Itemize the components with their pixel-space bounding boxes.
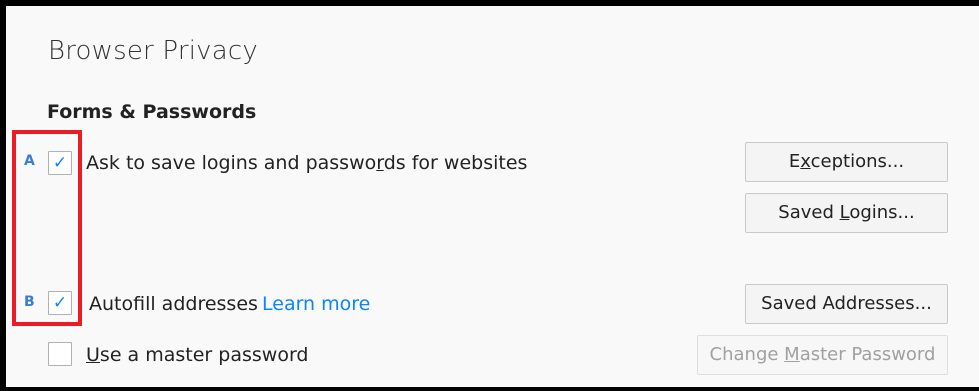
- saved-addresses-button[interactable]: Saved Addresses...: [745, 284, 948, 324]
- button-text: ceptions...: [810, 151, 905, 172]
- autofill-addresses-checkbox[interactable]: ✓: [48, 291, 72, 315]
- master-password-label[interactable]: Use a master password: [86, 344, 308, 366]
- button-text: ogins...: [849, 202, 915, 223]
- checkmark-icon: ✓: [52, 153, 68, 173]
- button-text: Change: [709, 344, 785, 365]
- button-text: E: [788, 151, 801, 172]
- button-text: Saved: [778, 202, 840, 223]
- section-heading-forms-passwords: Forms & Passwords: [47, 101, 257, 123]
- annotation-label-b: B: [24, 294, 35, 310]
- exceptions-button[interactable]: Exceptions...: [745, 142, 948, 182]
- accesskey-letter: U: [86, 344, 100, 366]
- checkmark-icon: ✓: [52, 293, 68, 313]
- change-master-password-button[interactable]: Change Master Password: [697, 335, 948, 375]
- label-text: Ask to save logins and passwo: [86, 152, 377, 174]
- learn-more-link[interactable]: Learn more: [262, 293, 370, 315]
- label-text: ds for websites: [383, 152, 528, 174]
- accesskey-letter: M: [784, 344, 800, 365]
- ask-save-logins-label[interactable]: Ask to save logins and passwords for web…: [86, 152, 527, 174]
- master-password-checkbox[interactable]: [48, 342, 72, 366]
- accesskey-letter: x: [800, 151, 811, 172]
- page-title: Browser Privacy: [48, 36, 258, 66]
- accesskey-letter: r: [376, 152, 384, 174]
- button-text: aster Password: [799, 344, 936, 365]
- annotation-label-a: A: [24, 153, 35, 169]
- accesskey-letter: L: [839, 202, 850, 223]
- autofill-addresses-label[interactable]: Autofill addresses: [89, 293, 258, 315]
- saved-logins-button[interactable]: Saved Logins...: [745, 193, 948, 233]
- ask-save-logins-checkbox[interactable]: ✓: [48, 151, 72, 175]
- label-text: se a master password: [99, 344, 309, 366]
